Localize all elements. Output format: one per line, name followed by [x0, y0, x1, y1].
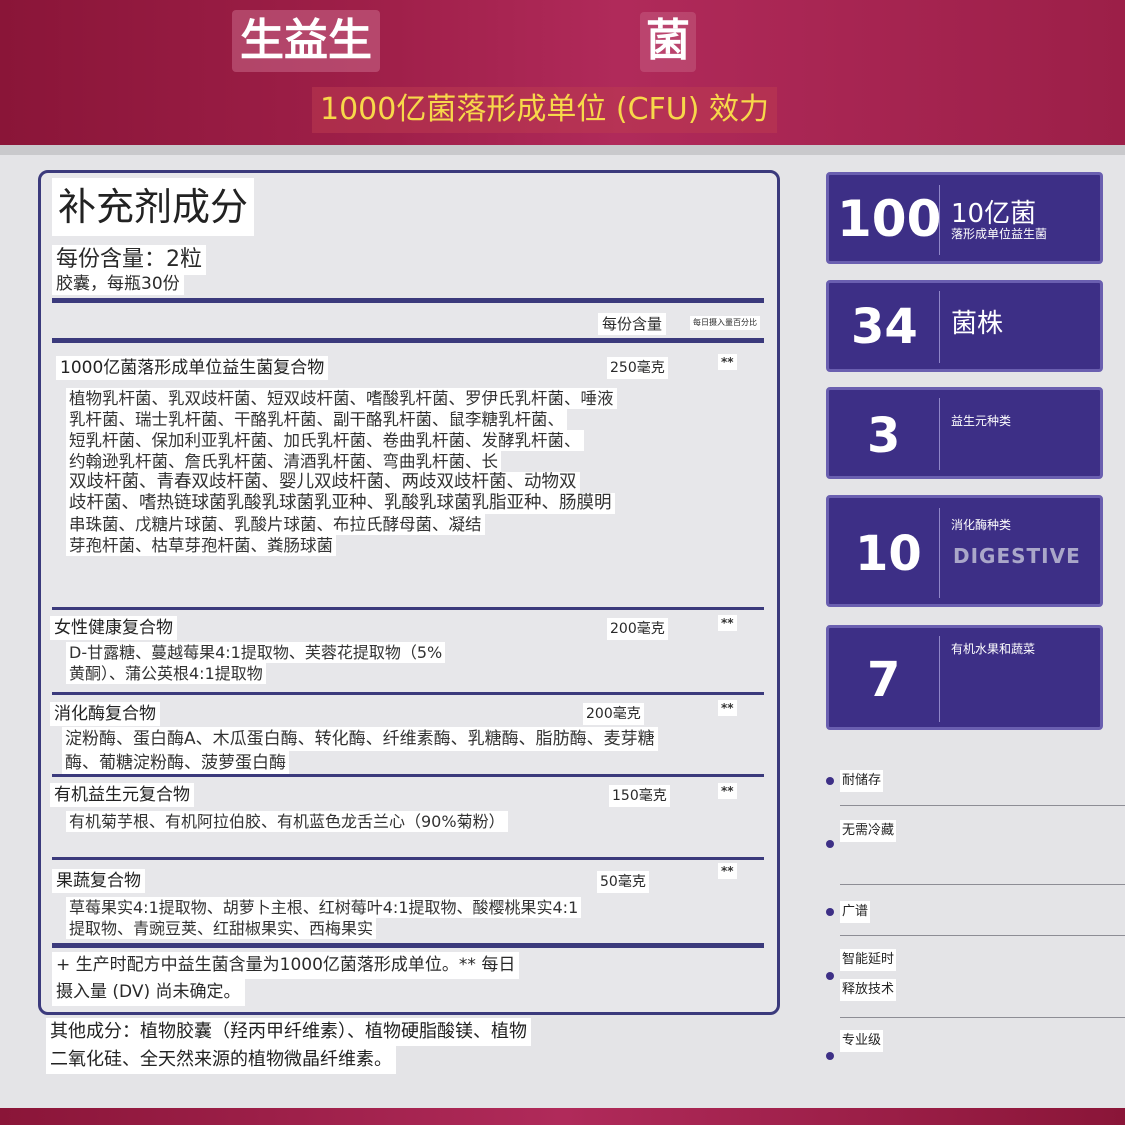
bullet-icon	[826, 777, 834, 785]
ingredient-line: 歧杆菌、嗜热链球菌乳酸乳球菌乳亚种、乳酸乳球菌乳脂亚种、肠膜明	[66, 493, 615, 514]
section-ingredients: 植物乳杆菌、乳双歧杆菌、短双歧杆菌、嗜酸乳杆菌、罗伊氏乳杆菌、唾液 乳杆菌、瑞士…	[66, 388, 617, 556]
ingredient-line: D-甘露糖、蔓越莓果4:1提取物、芙蓉花提取物（5%	[66, 642, 446, 663]
stat-sublabel: 落形成单位益生菌	[951, 227, 1048, 241]
stat-card-strains: 34 菌株	[826, 280, 1103, 372]
section-dv: **	[718, 863, 737, 879]
section-name: 果蔬复合物	[52, 869, 145, 893]
divider	[52, 338, 764, 343]
card-divider	[939, 185, 940, 255]
stat-sublabel: 有机水果和蔬菜	[951, 642, 1036, 656]
facts-footnote: + 生产时配方中益生菌含量为1000亿菌落形成单位。** 每日 摄入量 (DV)…	[52, 952, 552, 1006]
feature-professional-grade: 专业级	[840, 1030, 884, 1052]
stat-number: 10	[855, 526, 922, 582]
ingredient-line: 酶、葡糖淀粉酶、菠萝蛋白酶	[62, 751, 289, 775]
faded-watermark-text: DIGESTIVE	[953, 544, 1081, 568]
stat-number: 34	[851, 299, 918, 355]
stat-card-fruits-vegetables: 7 有机水果和蔬菜	[826, 625, 1103, 730]
section-ingredients: 草莓果实4:1提取物、胡萝卜主根、红树莓叶4:1提取物、酸樱桃果实4:1 提取物…	[66, 897, 582, 939]
section-dv: **	[718, 615, 737, 631]
section-amount: 50毫克	[597, 871, 649, 893]
feature-delayed-release: 智能延时	[840, 949, 897, 971]
feature-divider	[840, 935, 1125, 936]
product-subtitle: 1000亿菌落形成单位 (CFU) 效力	[312, 87, 777, 133]
ingredient-line: 串珠菌、戊糖片球菌、乳酸片球菌、布拉氏酵母菌、凝结	[66, 514, 485, 535]
divider	[52, 774, 764, 777]
section-dv: **	[718, 354, 737, 370]
ingredient-line: 乳杆菌、瑞士乳杆菌、干酪乳杆菌、副干酪乳杆菌、鼠李糖乳杆菌、	[66, 409, 567, 430]
card-divider	[939, 508, 940, 598]
section-ingredients: 有机菊芋根、有机阿拉伯胶、有机蓝色龙舌兰心（90%菊粉）	[66, 811, 508, 832]
stat-sublabel: 益生元种类	[951, 414, 1012, 428]
divider	[52, 857, 764, 860]
ingredient-line: 短乳杆菌、保加利亚乳杆菌、加氏乳杆菌、卷曲乳杆菌、发酵乳杆菌、	[66, 430, 584, 451]
section-amount: 200毫克	[583, 703, 644, 725]
bullet-icon	[826, 1052, 834, 1060]
other-ingredients: 其他成分：植物胶囊（羟丙甲纤维素）、植物硬脂酸镁、植物 二氧化硅、全天然来源的植…	[46, 1018, 646, 1074]
stat-card-prebiotics: 3 益生元种类	[826, 387, 1103, 479]
card-divider	[939, 291, 940, 363]
stat-card-enzymes: 10 消化酶种类 DIGESTIVE	[826, 495, 1103, 607]
card-divider	[939, 398, 940, 470]
ingredient-line: 双歧杆菌、青春双歧杆菌、婴儿双歧杆菌、两歧双歧杆菌、动物双	[66, 472, 580, 493]
section-amount: 150毫克	[609, 785, 670, 807]
section-name: 有机益生元复合物	[50, 783, 194, 807]
section-ingredients: D-甘露糖、蔓越莓果4:1提取物、芙蓉花提取物（5% 黄酮）、蒲公英根4:1提取…	[66, 642, 446, 684]
stat-number: 3	[867, 408, 901, 464]
ingredient-line: 植物乳杆菌、乳双歧杆菌、短双歧杆菌、嗜酸乳杆菌、罗伊氏乳杆菌、唾液	[66, 388, 617, 409]
divider	[52, 607, 764, 610]
feature-shelf-stable: 耐储存	[840, 770, 884, 792]
section-dv: **	[718, 783, 737, 799]
facts-title: 补充剂成分	[52, 178, 255, 236]
column-dv-header: 每日摄入量百分比	[690, 316, 760, 330]
header-divider	[0, 145, 1125, 155]
bullet-icon	[826, 908, 834, 916]
stat-card-cfu: 100 10亿菌 落形成单位益生菌	[826, 172, 1103, 264]
serving-size: 每份含量：2粒	[52, 245, 206, 275]
ingredient-line: 淀粉酶、蛋白酶A、木瓜蛋白酶、转化酶、纤维素酶、乳糖酶、脂肪酶、麦芽糖	[62, 727, 658, 751]
column-amount-header: 每份含量	[598, 313, 667, 335]
section-amount: 250毫克	[607, 357, 668, 379]
footnote-line: 摄入量 (DV) 尚未确定。	[52, 979, 245, 1006]
section-dv: **	[718, 700, 737, 716]
divider	[52, 943, 764, 948]
section-name: 消化酶复合物	[50, 702, 160, 726]
stat-number: 100	[837, 190, 942, 248]
feature-divider	[840, 805, 1125, 806]
servings-per-container: 胶囊，每瓶30份	[52, 273, 184, 295]
stat-label: 菌株	[951, 309, 1004, 339]
footer-bar	[0, 1108, 1125, 1125]
other-ingredients-line: 其他成分：植物胶囊（羟丙甲纤维素）、植物硬脂酸镁、植物	[46, 1018, 531, 1046]
ingredient-line: 提取物、青豌豆荚、红甜椒果实、西梅果实	[66, 918, 377, 939]
feature-divider	[840, 1017, 1125, 1018]
divider	[52, 692, 764, 695]
footnote-line: + 生产时配方中益生菌含量为1000亿菌落形成单位。** 每日	[52, 952, 520, 979]
divider	[52, 298, 764, 303]
stat-sublabel: 消化酶种类	[951, 518, 1012, 532]
product-title-right: 菌	[640, 12, 696, 72]
card-divider	[939, 636, 940, 722]
ingredient-line: 芽孢杆菌、枯草芽孢杆菌、粪肠球菌	[66, 535, 336, 556]
other-ingredients-line: 二氧化硅、全天然来源的植物微晶纤维素。	[46, 1046, 396, 1074]
section-name: 女性健康复合物	[50, 616, 177, 640]
bullet-icon	[826, 972, 834, 980]
ingredient-line: 黄酮）、蒲公英根4:1提取物	[66, 663, 266, 684]
feature-delayed-release-line2: 释放技术	[840, 979, 897, 1001]
ingredient-line: 草莓果实4:1提取物、胡萝卜主根、红树莓叶4:1提取物、酸樱桃果实4:1	[66, 897, 582, 918]
product-title-left: 生益生	[232, 10, 380, 72]
ingredient-line: 有机菊芋根、有机阿拉伯胶、有机蓝色龙舌兰心（90%菊粉）	[66, 811, 508, 832]
section-ingredients: 淀粉酶、蛋白酶A、木瓜蛋白酶、转化酶、纤维素酶、乳糖酶、脂肪酶、麦芽糖 酶、葡糖…	[62, 727, 658, 775]
feature-no-refrigeration: 无需冷藏	[840, 820, 897, 842]
section-amount: 200毫克	[607, 618, 668, 640]
bullet-icon	[826, 840, 834, 848]
section-name: 1000亿菌落形成单位益生菌复合物	[56, 356, 329, 380]
feature-divider	[840, 884, 1125, 885]
feature-broad-spectrum: 广谱	[840, 901, 871, 923]
ingredient-line: 约翰逊乳杆菌、詹氏乳杆菌、清酒乳杆菌、弯曲乳杆菌、长	[66, 451, 501, 472]
stat-number: 7	[867, 652, 901, 708]
supplement-facts-panel	[38, 170, 780, 1015]
